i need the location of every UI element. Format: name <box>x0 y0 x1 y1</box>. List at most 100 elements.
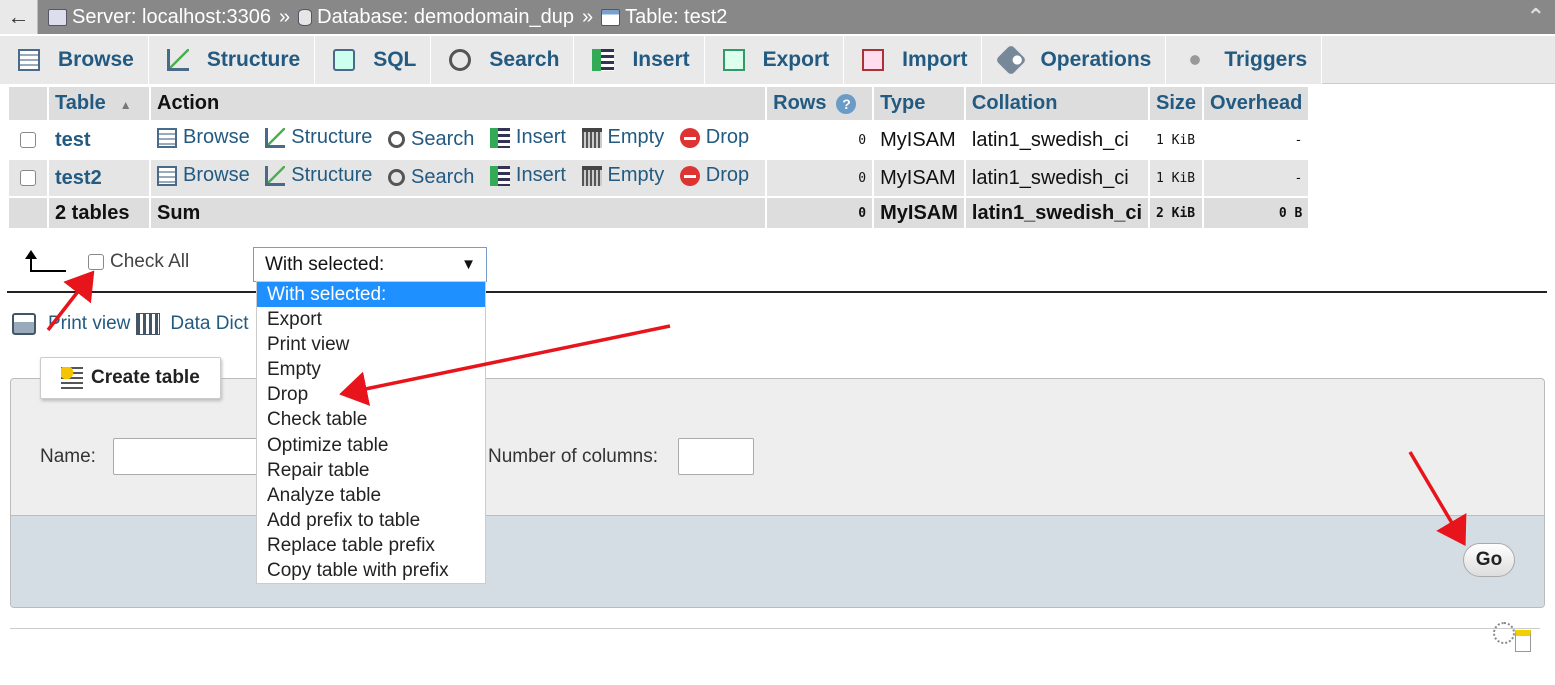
table-name-cell: test2 <box>49 160 149 196</box>
tab-label: Triggers <box>1224 48 1308 71</box>
drop-icon <box>679 127 700 148</box>
drop-label: Drop <box>705 164 750 187</box>
browse-link[interactable]: Browse <box>157 126 250 149</box>
tab-sql[interactable]: SQL <box>315 36 432 84</box>
browse-icon <box>157 165 177 186</box>
option-with-selected[interactable]: With selected: <box>257 282 485 308</box>
insert-link[interactable]: Insert <box>489 126 566 149</box>
breadcrumb-server[interactable]: Server: localhost:3306 <box>48 6 271 29</box>
tab-insert[interactable]: Insert <box>574 36 705 84</box>
go-button[interactable]: Go <box>1463 543 1515 577</box>
back-button[interactable]: ← <box>0 0 38 34</box>
option-empty[interactable]: Empty <box>257 357 485 382</box>
tab-search[interactable]: Search <box>431 36 575 84</box>
option-copy-with-prefix[interactable]: Copy table with prefix <box>257 558 485 583</box>
empty-link[interactable]: Empty <box>581 126 665 149</box>
collapse-icon[interactable]: ⌃ <box>1527 4 1545 30</box>
rows-cell: 0 <box>767 122 873 158</box>
option-replace-prefix[interactable]: Replace table prefix <box>257 533 485 558</box>
rows-cell: 0 <box>767 160 873 196</box>
sql-icon <box>333 49 356 71</box>
empty-label: Empty <box>607 164 665 187</box>
checkbox-header <box>9 87 47 120</box>
printer-icon <box>12 313 36 335</box>
empty-icon <box>581 165 602 186</box>
tab-browse[interactable]: Browse <box>0 36 149 84</box>
header-type[interactable]: Type <box>874 87 964 120</box>
structure-link[interactable]: Structure <box>265 164 372 187</box>
breadcrumb-database[interactable]: Database: demodomain_dup <box>298 6 574 29</box>
insert-link[interactable]: Insert <box>489 164 566 187</box>
option-export[interactable]: Export <box>257 307 485 332</box>
structure-link[interactable]: Structure <box>265 126 372 149</box>
row-checkbox[interactable] <box>20 132 36 149</box>
summary-count: 2 tables <box>49 198 149 228</box>
row-checkbox[interactable] <box>20 170 36 187</box>
table-row: test2 Browse Structure Search Insert Emp… <box>9 160 1309 196</box>
print-view-link[interactable]: Print view <box>48 313 130 335</box>
breadcrumb-database-label: Database: demodomain_dup <box>317 5 574 28</box>
create-table-legend: Create table <box>40 357 221 399</box>
option-analyze-table[interactable]: Analyze table <box>257 483 485 508</box>
columns-count-input[interactable] <box>678 438 754 475</box>
header-overhead[interactable]: Overhead <box>1204 87 1309 120</box>
size-cell[interactable]: 1 KiB <box>1150 160 1203 196</box>
table-name-link[interactable]: test <box>55 129 91 151</box>
search-link[interactable]: Search <box>387 128 474 151</box>
drop-link[interactable]: Drop <box>679 126 749 149</box>
option-print-view[interactable]: Print view <box>257 332 485 357</box>
table-name-link[interactable]: test2 <box>55 167 102 189</box>
with-selected-options: With selected: Export Print view Empty D… <box>256 281 486 584</box>
tab-import[interactable]: Import <box>844 36 983 84</box>
empty-icon <box>581 127 602 148</box>
tab-label: Operations <box>1040 48 1152 71</box>
overhead-cell: - <box>1204 160 1309 196</box>
table-name-input[interactable] <box>113 438 263 475</box>
create-table-icon <box>61 367 83 389</box>
help-icon[interactable]: ? <box>836 93 857 114</box>
console-icon[interactable] <box>1493 622 1535 654</box>
tab-structure[interactable]: Structure <box>148 36 316 84</box>
header-rows[interactable]: Rows? <box>767 87 873 120</box>
tab-operations[interactable]: Operations <box>982 36 1167 84</box>
option-add-prefix[interactable]: Add prefix to table <box>257 508 485 533</box>
tab-label: Export <box>762 48 830 71</box>
drop-link[interactable]: Drop <box>679 164 750 187</box>
tables-table: Table ▲ Action Rows? Type Collation Size … <box>7 85 1310 230</box>
empty-label: Empty <box>607 126 665 149</box>
header-collation[interactable]: Collation <box>965 87 1148 120</box>
check-all-label[interactable]: Check All <box>110 251 189 273</box>
tab-triggers[interactable]: Triggers <box>1166 36 1323 84</box>
header-table[interactable]: Table ▲ <box>49 87 149 120</box>
tab-label: Import <box>902 48 968 71</box>
import-icon <box>862 49 885 71</box>
structure-label: Structure <box>291 164 373 187</box>
columns-label: Number of columns: <box>488 446 659 467</box>
with-selected-select[interactable]: With selected: ▼ <box>253 247 487 282</box>
divider <box>7 291 1547 293</box>
browse-link[interactable]: Browse <box>157 164 250 187</box>
option-repair-table[interactable]: Repair table <box>257 458 485 483</box>
check-all-checkbox[interactable] <box>88 254 104 270</box>
option-check-table[interactable]: Check table <box>257 407 485 432</box>
empty-link[interactable]: Empty <box>581 164 665 187</box>
tab-export[interactable]: Export <box>704 36 845 84</box>
tab-label: Structure <box>206 48 301 71</box>
summary-collation: latin1_swedish_ci <box>965 198 1148 228</box>
header-size[interactable]: Size <box>1150 87 1203 120</box>
check-all-row: Check All <box>24 250 189 274</box>
option-drop[interactable]: Drop <box>257 382 485 407</box>
data-dictionary-link[interactable]: Data Dict <box>170 313 248 335</box>
structure-icon <box>265 127 286 148</box>
select-value: With selected: <box>265 253 385 275</box>
insert-icon <box>489 165 510 186</box>
collation-cell: latin1_swedish_ci <box>965 160 1148 196</box>
breadcrumb-bar: ← Server: localhost:3306 » Database: dem… <box>0 0 1555 34</box>
search-link[interactable]: Search <box>387 166 474 189</box>
create-table-footer <box>11 515 1544 607</box>
breadcrumb-table[interactable]: Table: test2 <box>601 6 727 29</box>
breadcrumb: Server: localhost:3306 » Database: demod… <box>38 6 727 29</box>
size-cell[interactable]: 1 KiB <box>1150 122 1203 158</box>
option-optimize-table[interactable]: Optimize table <box>257 433 485 458</box>
breadcrumb-table-label: Table: test2 <box>625 5 728 28</box>
